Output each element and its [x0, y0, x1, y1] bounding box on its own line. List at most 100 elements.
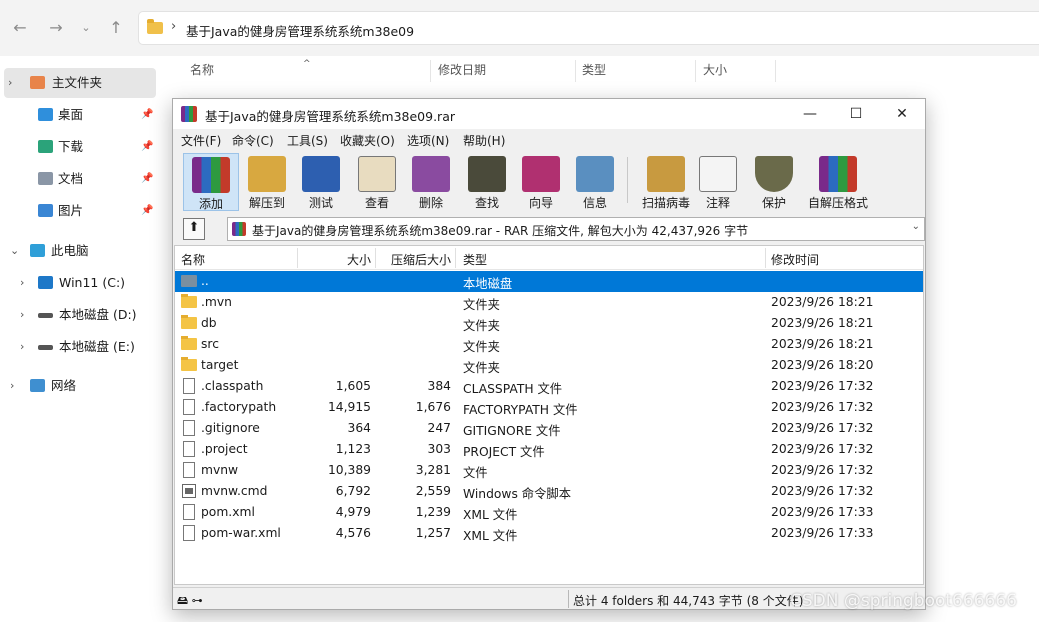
- column-type[interactable]: 类型: [463, 251, 487, 268]
- pin-icon: 📌: [141, 109, 154, 120]
- picture-icon: [38, 204, 53, 217]
- sidebar-item-documents[interactable]: 文档 📌: [0, 164, 156, 194]
- test-button[interactable]: 测试: [295, 153, 347, 211]
- minimize-icon[interactable]: —: [787, 99, 833, 129]
- explorer-column-name[interactable]: 名称: [190, 56, 214, 86]
- row-size: 10,389: [327, 463, 371, 477]
- find-button[interactable]: 查找: [461, 153, 513, 211]
- wizard-button[interactable]: 向导: [515, 153, 567, 211]
- file-list: 名称 ^ 大小 压缩后大小 类型 修改时间 .. 本地磁盘 .mvn 文件夹 2…: [174, 245, 924, 585]
- document-icon: [38, 172, 53, 185]
- close-icon[interactable]: ✕: [879, 99, 925, 129]
- file-list-header: 名称 ^ 大小 压缩后大小 类型 修改时间: [175, 246, 923, 270]
- recent-chevron-down-icon[interactable]: ⌄: [74, 16, 98, 40]
- row-modified: 2023/9/26 17:33: [771, 505, 874, 519]
- delete-label: 删除: [418, 196, 443, 210]
- menu-file[interactable]: 文件(F): [181, 132, 221, 149]
- row-type: XML 文件: [463, 508, 518, 522]
- explorer-column-modified[interactable]: 修改日期: [438, 56, 486, 86]
- row-size: 14,915: [327, 400, 371, 414]
- table-row[interactable]: .factorypath 14,915 1,676 FACTORYPATH 文件…: [175, 397, 923, 418]
- table-row[interactable]: .. 本地磁盘: [175, 271, 923, 292]
- sidebar-item-drive-d[interactable]: › 本地磁盘 (D:): [0, 300, 156, 330]
- sidebar-item-drive-e[interactable]: › 本地磁盘 (E:): [0, 332, 156, 362]
- table-row[interactable]: pom.xml 4,979 1,239 XML 文件 2023/9/26 17:…: [175, 502, 923, 523]
- table-row[interactable]: target 文件夹 2023/9/26 18:20: [175, 355, 923, 376]
- column-modified[interactable]: 修改时间: [771, 251, 819, 268]
- table-row[interactable]: mvnw.cmd 6,792 2,559 Windows 命令脚本 2023/9…: [175, 481, 923, 502]
- back-arrow-icon[interactable]: ←: [8, 16, 32, 40]
- table-row[interactable]: .project 1,123 303 PROJECT 文件 2023/9/26 …: [175, 439, 923, 460]
- menu-command[interactable]: 命令(C): [232, 132, 274, 149]
- row-packed: 1,239: [415, 505, 451, 519]
- winrar-titlebar[interactable]: 基于Java的健身房管理系统系统m38e09.rar — ☐ ✕: [173, 99, 925, 129]
- toolbar: 添加 解压到 测试 查看 删除 查找 向导 信息 扫描病毒 注释 保护 自解压格…: [173, 151, 925, 213]
- sidebar-item-network[interactable]: › 网络: [0, 371, 156, 401]
- find-label: 查找: [474, 196, 499, 210]
- extract-to-button[interactable]: 解压到: [241, 153, 293, 211]
- window-title: 基于Java的健身房管理系统系统m38e09.rar: [205, 109, 455, 124]
- sidebar-item-this-pc[interactable]: ⌄ 此电脑: [0, 236, 156, 266]
- file-icon: [183, 462, 195, 478]
- protect-button[interactable]: 保护: [749, 153, 799, 211]
- table-row[interactable]: db 文件夹 2023/9/26 18:21: [175, 313, 923, 334]
- forward-arrow-icon[interactable]: →: [44, 16, 68, 40]
- sidebar-item-drive-c[interactable]: › Win11 (C:): [0, 268, 156, 298]
- view-button[interactable]: 查看: [351, 153, 403, 211]
- sidebar-item-home[interactable]: › 主文件夹: [4, 68, 156, 98]
- row-type: PROJECT 文件: [463, 445, 545, 459]
- explorer-column-type[interactable]: 类型: [582, 56, 606, 86]
- file-icon: [183, 378, 195, 394]
- up-arrow-icon[interactable]: ↑: [104, 16, 128, 40]
- sidebar-label: Win11 (C:): [59, 275, 126, 290]
- row-name: mvnw: [201, 463, 239, 477]
- chevron-down-icon[interactable]: ⌄: [912, 221, 920, 232]
- sidebar-item-downloads[interactable]: 下载 📌: [0, 132, 156, 162]
- menu-help[interactable]: 帮助(H): [463, 132, 505, 149]
- info-button[interactable]: 信息: [569, 153, 621, 211]
- drive-status-icon[interactable]: 🖴 ⊶: [177, 592, 203, 611]
- windows-drive-icon: [38, 276, 53, 289]
- menu-options[interactable]: 选项(N): [407, 132, 449, 149]
- up-arrow-icon: ⬆: [188, 220, 200, 235]
- column-divider: [695, 60, 696, 82]
- explorer-column-size[interactable]: 大小: [703, 56, 727, 86]
- up-folder-button[interactable]: ⬆: [183, 218, 205, 240]
- table-row[interactable]: mvnw 10,389 3,281 文件 2023/9/26 17:32: [175, 460, 923, 481]
- column-name[interactable]: 名称: [181, 251, 205, 268]
- virus-scan-icon: [647, 156, 685, 192]
- row-type: 文件夹: [463, 340, 500, 354]
- menu-tools[interactable]: 工具(S): [287, 132, 328, 149]
- sidebar-item-desktop[interactable]: 桌面 📌: [0, 100, 156, 130]
- chevron-right-icon: ›: [20, 308, 25, 321]
- table-row[interactable]: .gitignore 364 247 GITIGNORE 文件 2023/9/2…: [175, 418, 923, 439]
- sidebar-label: 文档: [58, 171, 84, 186]
- row-type: GITIGNORE 文件: [463, 424, 561, 438]
- archive-path-dropdown[interactable]: 基于Java的健身房管理系统系统m38e09.rar - RAR 压缩文件, 解…: [227, 217, 925, 241]
- virus-scan-button[interactable]: 扫描病毒: [633, 153, 699, 211]
- table-row[interactable]: .mvn 文件夹 2023/9/26 18:21: [175, 292, 923, 313]
- explorer-address-bar[interactable]: › 基于Java的健身房管理系统系统m38e09: [138, 11, 1039, 45]
- row-size: 4,576: [335, 526, 371, 540]
- protect-label: 保护: [761, 196, 786, 210]
- row-type: 文件夹: [463, 361, 500, 375]
- table-row[interactable]: pom-war.xml 4,576 1,257 XML 文件 2023/9/26…: [175, 523, 923, 544]
- row-size: 1,123: [335, 442, 371, 456]
- parent-folder-icon: [181, 275, 197, 287]
- maximize-icon[interactable]: ☐: [833, 99, 879, 129]
- row-type: FACTORYPATH 文件: [463, 403, 578, 417]
- add-button[interactable]: 添加: [183, 153, 239, 211]
- sidebar-item-pictures[interactable]: 图片 📌: [0, 196, 156, 226]
- delete-button[interactable]: 删除: [405, 153, 457, 211]
- column-packed-size[interactable]: 压缩后大小: [375, 251, 451, 268]
- row-packed: 1,676: [415, 400, 451, 414]
- menu-favorites[interactable]: 收藏夹(O): [340, 132, 395, 149]
- sfx-button[interactable]: 自解压格式: [803, 153, 873, 211]
- column-size[interactable]: 大小: [297, 251, 371, 268]
- row-packed: 303: [427, 442, 451, 456]
- table-row[interactable]: src 文件夹 2023/9/26 18:21: [175, 334, 923, 355]
- table-row[interactable]: .classpath 1,605 384 CLASSPATH 文件 2023/9…: [175, 376, 923, 397]
- row-modified: 2023/9/26 18:21: [771, 337, 874, 351]
- comment-button[interactable]: 注释: [693, 153, 743, 211]
- row-modified: 2023/9/26 17:32: [771, 400, 874, 414]
